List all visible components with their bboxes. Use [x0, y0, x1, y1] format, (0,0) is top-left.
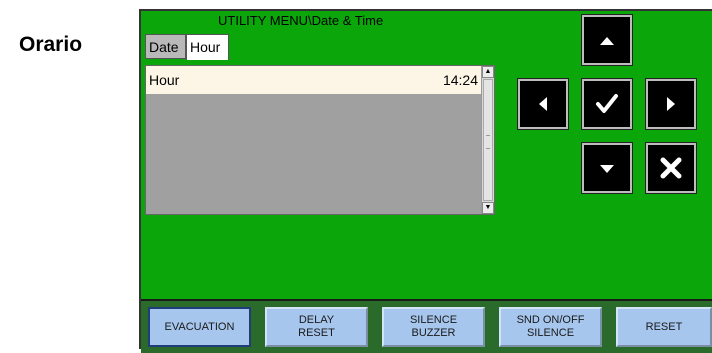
fkey-label: SILENCE — [526, 327, 575, 339]
arrow-left-icon — [539, 97, 547, 111]
arrow-down-icon — [600, 165, 614, 173]
left-button[interactable] — [517, 78, 569, 130]
delay-reset-button[interactable]: DELAY RESET — [265, 307, 368, 347]
fkey-label: DELAY — [298, 314, 335, 326]
cancel-button[interactable] — [645, 142, 697, 194]
tab-date[interactable]: Date — [145, 34, 186, 59]
sound-silence-button[interactable]: SND ON/OFF SILENCE — [499, 307, 602, 347]
list-scrollbar[interactable]: ▲ ▼ — [481, 66, 494, 214]
fkey-label: BUZZER — [411, 327, 456, 339]
fkey-label: SILENCE — [409, 314, 458, 326]
arrow-right-icon — [667, 97, 675, 111]
evacuation-button[interactable]: EVACUATION — [148, 307, 251, 347]
fkey-label: EVACUATION — [164, 320, 235, 333]
tab-hour[interactable]: Hour — [186, 34, 229, 60]
scroll-thumb[interactable] — [483, 79, 493, 201]
silence-buzzer-button[interactable]: SILENCE BUZZER — [382, 307, 485, 347]
checkmark-icon — [596, 94, 618, 113]
row-label: Hour — [149, 72, 180, 88]
scroll-up-icon[interactable]: ▲ — [482, 66, 494, 78]
down-button[interactable] — [581, 142, 633, 194]
fkey-label: RESET — [645, 320, 683, 333]
row-value: 14:24 — [442, 72, 478, 88]
up-button[interactable] — [581, 14, 633, 66]
fkey-label: RESET — [298, 327, 335, 339]
right-button[interactable] — [645, 78, 697, 130]
menu-title: UTILITY MENU\Date & Time — [218, 13, 384, 28]
utility-panel: UTILITY MENU\Date & Time Date Hour Hour … — [139, 9, 712, 353]
fkey-label: SND ON/OFF — [516, 314, 585, 326]
cross-icon — [660, 157, 682, 179]
function-key-bar: EVACUATION DELAY RESET SILENCE BUZZER SN… — [141, 299, 712, 353]
list-item-hour[interactable]: Hour 14:24 — [146, 66, 482, 94]
reset-button[interactable]: RESET — [616, 307, 712, 347]
time-list: Hour 14:24 ▲ ▼ — [145, 65, 495, 215]
scroll-down-icon[interactable]: ▼ — [482, 202, 494, 214]
confirm-button[interactable] — [581, 78, 633, 130]
side-title: Orario — [19, 33, 83, 56]
arrow-up-icon — [600, 37, 614, 45]
